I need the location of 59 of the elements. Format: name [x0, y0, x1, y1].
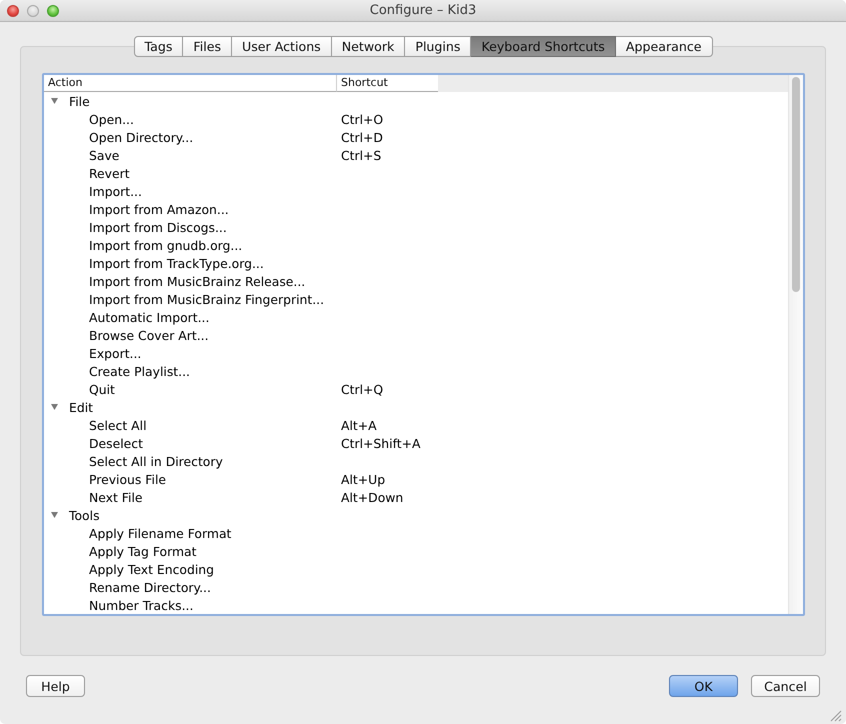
action-label[interactable]: Next File [89, 490, 143, 504]
action-label[interactable]: Open Directory... [89, 130, 194, 144]
action-label[interactable]: Open... [89, 112, 134, 126]
action-label[interactable]: Import from TrackType.org... [89, 256, 264, 270]
zoom-icon[interactable] [47, 4, 59, 16]
shortcut-label[interactable]: Ctrl+D [341, 130, 383, 144]
tab[interactable]: Keyboard Shortcuts [471, 36, 616, 57]
action-label[interactable]: Import from gnudb.org... [89, 238, 242, 252]
scrollbar[interactable] [788, 75, 803, 614]
group-label[interactable]: Tools [69, 508, 100, 522]
shortcut-label[interactable]: Ctrl+S [341, 148, 382, 162]
close-icon[interactable] [7, 4, 19, 16]
tab[interactable]: Files [183, 36, 232, 57]
action-label[interactable]: Apply Tag Format [89, 544, 196, 558]
action-label[interactable]: Browse Cover Art... [89, 328, 209, 342]
action-label[interactable]: Save [89, 148, 120, 162]
disclosure-triangle-icon[interactable] [51, 512, 58, 518]
shortcut-label[interactable]: Ctrl+Q [341, 382, 384, 396]
window-title: Configure – Kid3 [370, 3, 476, 18]
dialog-button[interactable]: OK [669, 675, 738, 697]
minimize-icon[interactable] [27, 4, 39, 16]
group-label[interactable]: File [69, 94, 90, 108]
action-label[interactable]: Import... [89, 184, 142, 198]
shortcut-label[interactable]: Ctrl+Shift+A [341, 436, 420, 450]
shortcut-label[interactable]: Alt+Down [341, 490, 404, 504]
action-label[interactable]: Revert [89, 166, 130, 180]
tab[interactable]: Plugins [405, 36, 472, 57]
action-label[interactable]: Import from Amazon... [89, 202, 229, 216]
help-button[interactable]: Help [26, 675, 85, 697]
tab[interactable]: Appearance [616, 36, 712, 57]
action-label[interactable]: Import from Discogs... [89, 220, 227, 234]
action-label[interactable]: Import from MusicBrainz Fingerprint... [89, 292, 324, 306]
disclosure-triangle-icon[interactable] [51, 98, 58, 104]
action-label[interactable]: Number Tracks... [89, 598, 194, 612]
action-label[interactable]: Apply Text Encoding [89, 562, 214, 576]
action-label[interactable]: Quit [89, 382, 115, 396]
disclosure-triangle-icon[interactable] [51, 404, 58, 410]
column-header[interactable]: Shortcut [337, 75, 438, 92]
scrollbar-thumb[interactable] [792, 77, 800, 292]
dialog-button[interactable]: Cancel [751, 675, 820, 697]
resize-grip-icon[interactable] [830, 710, 842, 722]
action-label[interactable]: Previous File [89, 472, 166, 486]
tab[interactable]: Network [332, 36, 406, 57]
tab[interactable]: Tags [134, 36, 184, 57]
action-label[interactable]: Create Playlist... [89, 364, 190, 378]
action-label[interactable]: Apply Filename Format [89, 526, 232, 540]
action-label[interactable]: Select All in Directory [89, 454, 223, 468]
shortcut-label[interactable]: Alt+A [341, 418, 377, 432]
shortcut-label[interactable]: Alt+Up [341, 472, 386, 486]
column-header[interactable]: Action [44, 75, 337, 92]
action-label[interactable]: Deselect [89, 436, 143, 450]
action-label[interactable]: Import from MusicBrainz Release... [89, 274, 306, 288]
action-label[interactable]: Rename Directory... [89, 580, 211, 594]
action-label[interactable]: Automatic Import... [89, 310, 210, 324]
tab[interactable]: User Actions [232, 36, 332, 57]
group-label[interactable]: Edit [69, 400, 93, 414]
action-label[interactable]: Export... [89, 346, 142, 360]
shortcut-label[interactable]: Ctrl+O [341, 112, 384, 126]
action-label[interactable]: Select All [89, 418, 147, 432]
